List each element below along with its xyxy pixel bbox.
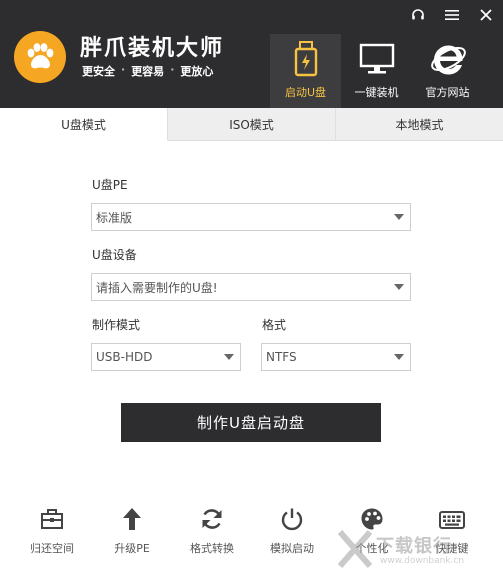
slogan: 更放心 (180, 65, 214, 78)
nav-label: 启动U盘 (284, 86, 327, 99)
mode-select-value: USB-HDD (96, 350, 153, 364)
mode-label: 制作模式 (92, 318, 141, 332)
device-label: U盘设备 (92, 248, 137, 262)
headset-icon[interactable] (401, 0, 435, 30)
tab-iso-mode[interactable]: ISO模式 (168, 108, 336, 140)
chevron-down-icon (394, 354, 404, 360)
chevron-down-icon (394, 284, 404, 290)
watermark-url: www.downbank.cn (380, 556, 465, 566)
refresh-icon (200, 506, 224, 532)
toolbox-icon (40, 506, 64, 532)
tool-label: 模拟启动 (270, 542, 314, 555)
window-controls (401, 0, 503, 30)
keyboard-icon (439, 506, 465, 532)
menu-icon[interactable] (435, 0, 469, 30)
paw-logo-icon (14, 31, 66, 83)
slogan-separator: · (170, 63, 175, 76)
nav-item-usb-boot[interactable]: 启动U盘 (270, 34, 341, 108)
format-label: 格式 (262, 318, 287, 332)
nav-label: 官方网站 (425, 86, 470, 99)
close-icon[interactable] (469, 0, 503, 30)
tool-restore-space[interactable]: 归还空间 (12, 506, 92, 556)
slogan: 更安全 (82, 65, 115, 78)
pe-select-value: 标准版 (96, 210, 133, 225)
format-select-value: NTFS (266, 350, 297, 364)
tool-label: 升级PE (114, 542, 150, 555)
watermark-logo-icon (337, 530, 373, 568)
chevron-down-icon (224, 354, 234, 360)
pe-label: U盘PE (92, 178, 128, 192)
nav-item-official-site[interactable]: 官方网站 (412, 34, 483, 108)
device-select-value: 请插入需要制作的U盘! (96, 280, 218, 295)
arrow-up-icon (122, 506, 142, 532)
pe-select[interactable]: 标准版 (91, 203, 411, 231)
app-title: 胖爪装机大师 (80, 36, 225, 61)
tab-usb-mode[interactable]: U盘模式 (0, 108, 168, 141)
palette-icon (360, 506, 384, 532)
tool-simulate-boot[interactable]: 模拟启动 (252, 506, 332, 556)
tool-upgrade-pe[interactable]: 升级PE (92, 506, 172, 556)
mode-tabs: U盘模式 ISO模式 本地模式 (0, 108, 503, 141)
tool-label: 归还空间 (30, 542, 74, 555)
monitor-icon (359, 40, 395, 78)
tool-format-convert[interactable]: 格式转换 (172, 506, 252, 556)
tool-label: 格式转换 (190, 542, 234, 555)
mode-select[interactable]: USB-HDD (91, 343, 241, 371)
app-header: 胖爪装机大师 更安全 · 更容易 · 更放心 启动U盘 一键装机 官方网站 (0, 0, 503, 108)
slogans: 更安全 · 更容易 · 更放心 (82, 63, 213, 79)
watermark: 下载银行 www.downbank.cn (337, 530, 498, 572)
make-boot-disk-button[interactable]: 制作U盘启动盘 (121, 403, 381, 442)
main-nav: 启动U盘 一键装机 官方网站 (270, 34, 483, 108)
ie-browser-icon (429, 40, 467, 78)
power-icon (280, 506, 304, 532)
device-select[interactable]: 请插入需要制作的U盘! (91, 273, 411, 301)
tab-local-mode[interactable]: 本地模式 (336, 108, 503, 140)
usb-drive-icon (293, 40, 319, 78)
slogan-separator: · (121, 63, 126, 76)
nav-label: 一键装机 (354, 86, 399, 99)
chevron-down-icon (394, 214, 404, 220)
nav-item-one-click-install[interactable]: 一键装机 (341, 34, 412, 108)
format-select[interactable]: NTFS (261, 343, 411, 371)
slogan: 更容易 (131, 65, 165, 78)
watermark-text: 下载银行 (376, 536, 452, 557)
